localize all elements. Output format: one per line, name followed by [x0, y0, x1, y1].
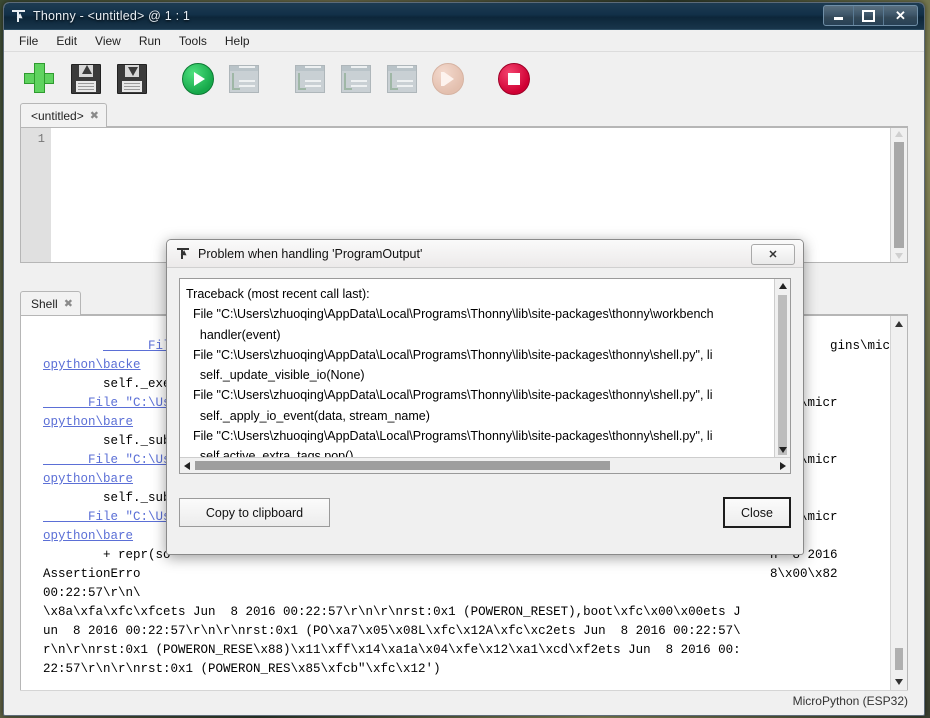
shell-line: self._sub: [43, 491, 171, 505]
shell-line[interactable]: opython\bare: [43, 472, 133, 486]
shell-line: 00:22:57\r\n\: [43, 586, 141, 600]
shell-tab-label: Shell: [31, 296, 58, 311]
step-over-button[interactable]: [292, 61, 326, 95]
scrollbar-thumb[interactable]: [195, 461, 610, 470]
menubar: File Edit View Run Tools Help: [4, 30, 924, 52]
run-play-icon: [182, 63, 214, 95]
shell-line: AssertionErro: [43, 567, 141, 581]
minimize-button[interactable]: [824, 6, 854, 25]
menu-help[interactable]: Help: [216, 32, 259, 50]
shell-line[interactable]: File "C:\Us: [43, 396, 171, 410]
editor-tab-label: <untitled>: [31, 108, 84, 123]
minimize-icon: [834, 16, 843, 20]
problem-dialog: Problem when handling 'ProgramOutput' ✕ …: [166, 239, 804, 555]
traceback-row: Traceback (most recent call last): File …: [180, 279, 790, 457]
dialog-title: Problem when handling 'ProgramOutput': [198, 246, 423, 261]
interpreter-status[interactable]: MicroPython (ESP32): [793, 694, 908, 708]
chevron-down-icon[interactable]: [895, 253, 903, 259]
traceback-text[interactable]: Traceback (most recent call last): File …: [180, 279, 774, 457]
menu-edit[interactable]: Edit: [47, 32, 86, 50]
traceback-vertical-scrollbar[interactable]: [774, 279, 790, 457]
copy-to-clipboard-button[interactable]: Copy to clipboard: [179, 498, 330, 527]
shell-line: r\n\r\nrst:0x1 (POWERON_RESE\x88)\x11\xf…: [43, 643, 741, 657]
new-file-button[interactable]: [22, 61, 56, 95]
shell-line[interactable]: opython\backe: [43, 358, 141, 372]
resume-icon: [432, 63, 464, 95]
debug-icon: [229, 65, 259, 93]
toolbar: [4, 52, 924, 104]
statusbar: MicroPython (ESP32): [20, 690, 908, 711]
stop-icon: [498, 63, 530, 95]
dialog-titlebar: Problem when handling 'ProgramOutput' ✕: [167, 240, 803, 268]
maximize-button[interactable]: [854, 6, 884, 25]
scrollbar-thumb[interactable]: [895, 648, 903, 670]
stop-button[interactable]: [496, 61, 530, 95]
window-title: Thonny - <untitled> @ 1 : 1: [33, 9, 191, 23]
save-file-button[interactable]: [114, 61, 148, 95]
menu-view[interactable]: View: [86, 32, 130, 50]
dialog-content: Traceback (most recent call last): File …: [167, 268, 803, 474]
menu-tools[interactable]: Tools: [170, 32, 216, 50]
dialog-close-button[interactable]: ✕: [751, 244, 795, 265]
chevron-left-icon[interactable]: [184, 461, 190, 470]
step-out-button[interactable]: [384, 61, 418, 95]
chevron-down-icon[interactable]: [778, 447, 787, 453]
traceback-box: Traceback (most recent call last): File …: [179, 278, 791, 474]
close-icon[interactable]: ✖: [64, 297, 73, 310]
shell-line[interactable]: opython\bare: [43, 529, 133, 543]
close-button[interactable]: ✕: [884, 6, 917, 25]
run-button[interactable]: [180, 61, 214, 95]
scrollbar-thumb[interactable]: [778, 295, 787, 455]
menu-file[interactable]: File: [10, 32, 47, 50]
shell-scrollbar[interactable]: [890, 316, 907, 690]
close-icon: ✕: [768, 249, 778, 261]
thonny-main-window: Thonny - <untitled> @ 1 : 1 ✕ File Edit …: [3, 2, 925, 716]
chevron-up-icon[interactable]: [895, 131, 903, 137]
shell-line: 22:57\r\n\r\nrst:0x1 (POWERON_RES\x85\xf…: [43, 662, 441, 676]
floppy-save-icon: [117, 64, 147, 94]
thonny-logo-icon: [11, 8, 27, 24]
debug-button[interactable]: [226, 61, 260, 95]
resume-button[interactable]: [430, 61, 464, 95]
shell-line: self._sub: [43, 434, 171, 448]
plus-icon: [24, 63, 54, 93]
step-into-button[interactable]: [338, 61, 372, 95]
dialog-button-row: Copy to clipboard Close: [179, 497, 791, 528]
step-over-icon: [295, 65, 325, 93]
shell-line: self._exe: [43, 377, 171, 391]
chevron-up-icon[interactable]: [778, 283, 787, 289]
maximize-icon: [862, 9, 875, 22]
editor-tab-untitled[interactable]: <untitled> ✖: [20, 103, 107, 127]
shell-line[interactable]: File "C:\Us: [43, 510, 171, 524]
editor-tabs: <untitled> ✖: [20, 103, 908, 127]
shell-line: \x8a\xfa\xfc\xfcets Jun 8 2016 00:22:57\…: [43, 605, 741, 619]
dialog-close-action-button[interactable]: Close: [723, 497, 791, 528]
chevron-up-icon[interactable]: [895, 321, 903, 327]
open-file-button[interactable]: [68, 61, 102, 95]
floppy-open-icon: [71, 64, 101, 94]
chevron-right-icon[interactable]: [780, 461, 786, 470]
shell-tab[interactable]: Shell ✖: [20, 291, 81, 315]
shell-line[interactable]: File "C:\Us: [43, 453, 171, 467]
traceback-horizontal-scrollbar[interactable]: [180, 457, 790, 473]
shell-line: un 8 2016 00:22:57\r\n\r\nrst:0x1 (PO\xa…: [43, 624, 741, 638]
close-icon: ✕: [895, 8, 906, 23]
window-titlebar: Thonny - <untitled> @ 1 : 1 ✕: [4, 3, 924, 30]
close-icon[interactable]: ✖: [90, 109, 99, 122]
editor-scrollbar[interactable]: [890, 128, 907, 262]
thonny-logo-icon: [176, 246, 191, 261]
editor-gutter: 1: [21, 128, 51, 262]
step-out-icon: [387, 65, 417, 93]
tabs-filler: [106, 104, 908, 127]
chevron-down-icon[interactable]: [895, 679, 903, 685]
shell-line[interactable]: opython\bare: [43, 415, 133, 429]
step-into-icon: [341, 65, 371, 93]
shell-line: + repr(so: [43, 548, 171, 562]
menu-run[interactable]: Run: [130, 32, 170, 50]
scrollbar-thumb[interactable]: [894, 142, 904, 248]
window-controls: ✕: [823, 5, 918, 26]
